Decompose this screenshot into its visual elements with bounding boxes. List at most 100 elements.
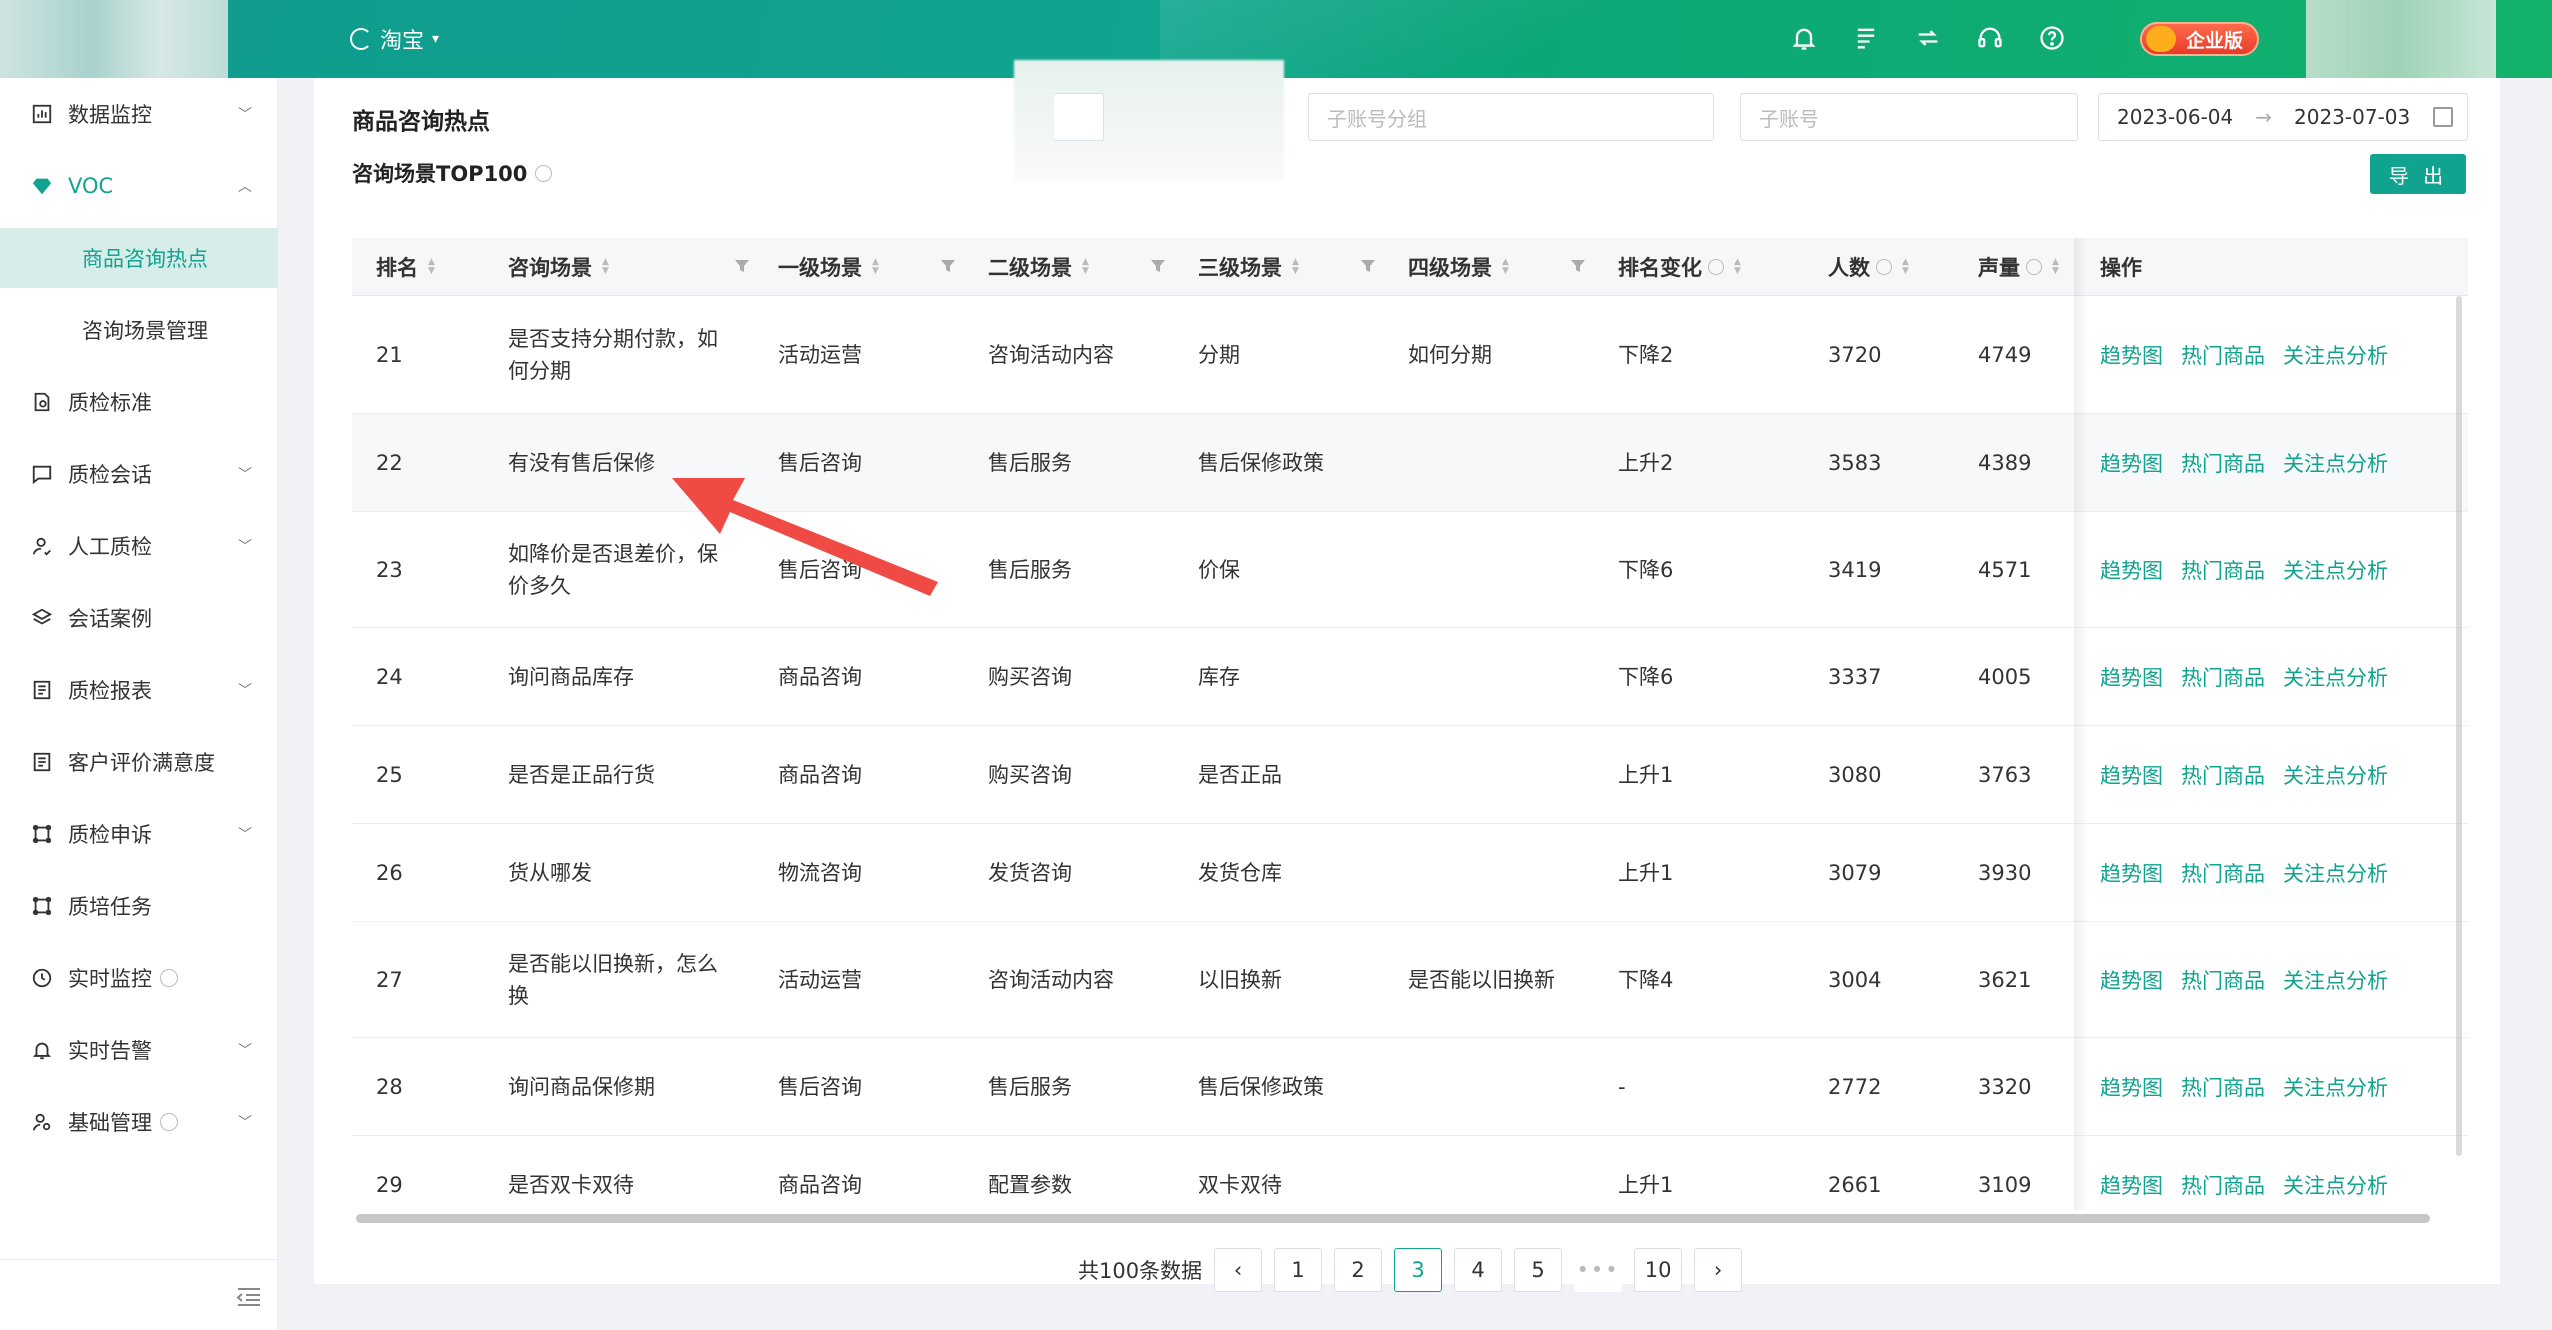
sidebar-item-voc[interactable]: VOC ︿ [0, 150, 278, 222]
sidebar-item-session-cases[interactable]: 会话案例 [0, 582, 278, 654]
sidebar-item-qc-report[interactable]: 质检报表 ﹀ [0, 654, 278, 726]
focus-analysis-link[interactable]: 关注点分析 [2283, 555, 2388, 585]
trend-link[interactable]: 趋势图 [2100, 965, 2163, 995]
th-people[interactable]: 人数 ▲ ▼ [1828, 238, 1909, 296]
th-volume[interactable]: 声量 ▲ ▼ [1978, 238, 2059, 296]
trend-link[interactable]: 趋势图 [2100, 1072, 2163, 1102]
trend-link[interactable]: 趋势图 [2100, 760, 2163, 790]
page-1[interactable]: 1 [1274, 1248, 1323, 1292]
page-4[interactable]: 4 [1454, 1248, 1503, 1292]
filter-icon[interactable] [940, 258, 956, 274]
sort-icon[interactable]: ▲ ▼ [2052, 258, 2059, 276]
export-button[interactable]: 导 出 [2370, 154, 2466, 194]
table-row[interactable]: 21 是否支持分期付款，如何分期 活动运营 咨询活动内容 分期 如何分期 下降2… [352, 296, 2468, 414]
sort-icon[interactable]: ▲ ▼ [872, 258, 879, 276]
focus-analysis-link[interactable]: 关注点分析 [2283, 1170, 2388, 1200]
collapse-sidebar-icon[interactable] [236, 1286, 262, 1308]
info-icon[interactable] [535, 164, 553, 182]
prev-page-button[interactable]: ‹ [1214, 1248, 1263, 1292]
headset-icon[interactable] [1976, 24, 2004, 52]
avatar-blurred[interactable] [2306, 0, 2496, 78]
th-level1[interactable]: 一级场景 ▲ ▼ [778, 238, 879, 296]
table-row[interactable]: 29 是否双卡双待 商品咨询 配置参数 双卡双待 上升1 2661 3109 趋… [352, 1136, 2468, 1210]
table-row[interactable]: 24 询问商品库存 商品咨询 购买咨询 库存 下降6 3337 4005 趋势图… [352, 628, 2468, 726]
th-level4[interactable]: 四级场景 ▲ ▼ [1408, 238, 1509, 296]
sidebar-item-qc-standard[interactable]: 质检标准 [0, 366, 278, 438]
sort-icon[interactable]: ▲ ▼ [602, 258, 609, 276]
filter-icon[interactable] [1150, 258, 1166, 274]
hot-products-link[interactable]: 热门商品 [2181, 760, 2265, 790]
date-range-picker[interactable]: 2023-06-04 → 2023-07-03 [2098, 93, 2468, 141]
trend-link[interactable]: 趋势图 [2100, 858, 2163, 888]
table-row[interactable]: 22 有没有售后保修 售后咨询 售后服务 售后保修政策 上升2 3583 438… [352, 414, 2468, 512]
page-10[interactable]: 10 [1634, 1248, 1683, 1292]
focus-analysis-link[interactable]: 关注点分析 [2283, 760, 2388, 790]
hot-products-link[interactable]: 热门商品 [2181, 1170, 2265, 1200]
account-group-select[interactable]: 子账号分组 [1308, 93, 1714, 141]
sidebar-item-product-hotspot[interactable]: 商品咨询热点 [0, 228, 278, 288]
table-row[interactable]: 23 如降价是否退差价，保价多久 售后咨询 售后服务 价保 下降6 3419 4… [352, 512, 2468, 628]
th-scene[interactable]: 咨询场景 ▲ ▼ [508, 238, 609, 296]
sidebar-item-scene-management[interactable]: 咨询场景管理 [0, 300, 278, 360]
shop-filter-input[interactable] [1054, 93, 1104, 141]
horizontal-scrollbar[interactable] [356, 1214, 2430, 1223]
hot-products-link[interactable]: 热门商品 [2181, 555, 2265, 585]
focus-analysis-link[interactable]: 关注点分析 [2283, 662, 2388, 692]
page-5[interactable]: 5 [1514, 1248, 1563, 1292]
info-icon[interactable] [2026, 259, 2042, 275]
hot-products-link[interactable]: 热门商品 [2181, 1072, 2265, 1102]
sort-icon[interactable]: ▲ ▼ [1902, 258, 1909, 276]
enterprise-edition-badge[interactable]: 企业版 [2140, 22, 2260, 56]
filter-icon[interactable] [1360, 258, 1376, 274]
hot-products-link[interactable]: 热门商品 [2181, 858, 2265, 888]
sort-icon[interactable]: ▲ ▼ [1502, 258, 1509, 276]
sidebar-item-manual-qc[interactable]: 人工质检 ﹀ [0, 510, 278, 582]
focus-analysis-link[interactable]: 关注点分析 [2283, 340, 2388, 370]
sidebar-item-qc-appeal[interactable]: 质检申诉 ﹀ [0, 798, 278, 870]
ellipsis[interactable]: ••• [1574, 1248, 1623, 1292]
vertical-scrollbar[interactable] [2456, 296, 2462, 1156]
focus-analysis-link[interactable]: 关注点分析 [2283, 965, 2388, 995]
filter-icon[interactable] [734, 258, 750, 274]
table-row[interactable]: 27 是否能以旧换新，怎么换 活动运营 咨询活动内容 以旧换新 是否能以旧换新 … [352, 922, 2468, 1038]
account-select[interactable]: 子账号 [1740, 93, 2078, 141]
sidebar-item-training-task[interactable]: 质培任务 [0, 870, 278, 942]
sort-icon[interactable]: ▲ ▼ [428, 258, 435, 276]
sort-icon[interactable]: ▲ ▼ [1734, 258, 1741, 276]
next-page-button[interactable]: › [1694, 1248, 1743, 1292]
hot-products-link[interactable]: 热门商品 [2181, 662, 2265, 692]
sidebar-item-basic-management[interactable]: 基础管理 ﹀ [0, 1086, 278, 1158]
sort-icon[interactable]: ▲ ▼ [1082, 258, 1089, 276]
table-row[interactable]: 26 货从哪发 物流咨询 发货咨询 发货仓库 上升1 3079 3930 趋势图… [352, 824, 2468, 922]
table-row[interactable]: 28 询问商品保修期 售后咨询 售后服务 售后保修政策 - 2772 3320 … [352, 1038, 2468, 1136]
help-icon[interactable] [2038, 24, 2066, 52]
list-icon[interactable] [1852, 24, 1880, 52]
th-level2[interactable]: 二级场景 ▲ ▼ [988, 238, 1089, 296]
focus-analysis-link[interactable]: 关注点分析 [2283, 448, 2388, 478]
trend-link[interactable]: 趋势图 [2100, 448, 2163, 478]
page-3[interactable]: 3 [1394, 1248, 1443, 1292]
info-icon[interactable] [1708, 259, 1724, 275]
table-row[interactable]: 25 是否是正品行货 商品咨询 购买咨询 是否正品 上升1 3080 3763 … [352, 726, 2468, 824]
trend-link[interactable]: 趋势图 [2100, 662, 2163, 692]
filter-icon[interactable] [1570, 258, 1586, 274]
sidebar-item-qc-session[interactable]: 质检会话 ﹀ [0, 438, 278, 510]
focus-analysis-link[interactable]: 关注点分析 [2283, 1072, 2388, 1102]
sort-icon[interactable]: ▲ ▼ [1292, 258, 1299, 276]
hot-products-link[interactable]: 热门商品 [2181, 340, 2265, 370]
hot-products-link[interactable]: 热门商品 [2181, 448, 2265, 478]
refresh-icon[interactable] [1914, 24, 1942, 52]
th-level3[interactable]: 三级场景 ▲ ▼ [1198, 238, 1299, 296]
sidebar-item-satisfaction[interactable]: 客户评价满意度 [0, 726, 278, 798]
focus-analysis-link[interactable]: 关注点分析 [2283, 858, 2388, 888]
shop-selector[interactable]: 淘宝 ▾ [350, 24, 439, 54]
hot-products-link[interactable]: 热门商品 [2181, 965, 2265, 995]
page-2[interactable]: 2 [1334, 1248, 1383, 1292]
th-rank[interactable]: 排名 ▲ ▼ [376, 238, 435, 296]
trend-link[interactable]: 趋势图 [2100, 1170, 2163, 1200]
trend-link[interactable]: 趋势图 [2100, 555, 2163, 585]
sidebar-item-data-monitor[interactable]: 数据监控 ﹀ [0, 78, 278, 150]
sidebar-item-realtime-monitor[interactable]: 实时监控 [0, 942, 278, 1014]
th-rank-change[interactable]: 排名变化 ▲ ▼ [1618, 238, 1741, 296]
bell-icon[interactable] [1790, 24, 1818, 52]
